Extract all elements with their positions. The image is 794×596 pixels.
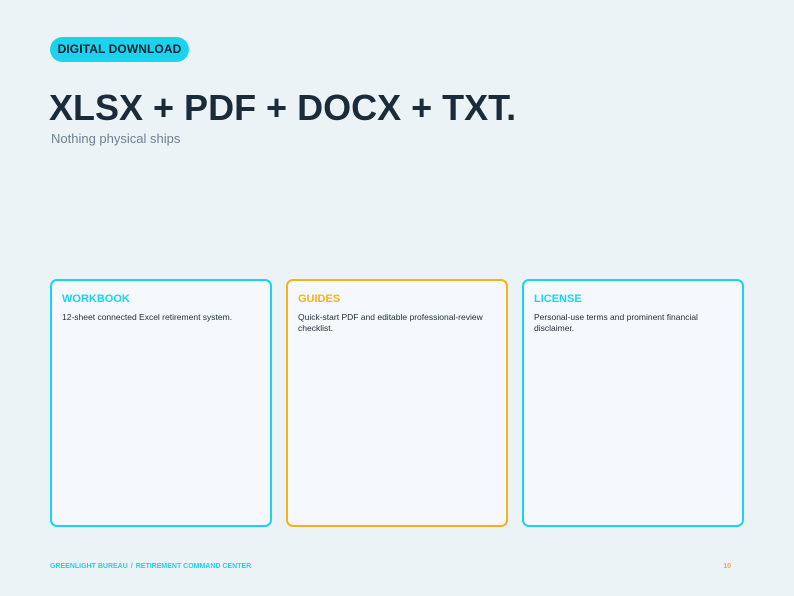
license-card-title: LICENSE <box>534 293 582 305</box>
footer-brand: GREENLIGHT BUREAU <box>50 563 128 570</box>
page-number: 10 <box>723 563 731 570</box>
digital-download-badge: DIGITAL DOWNLOAD <box>50 37 189 62</box>
footer-product: RETIREMENT COMMAND CENTER <box>135 563 252 570</box>
workbook-card-title: WORKBOOK <box>62 293 130 305</box>
guides-card-title: GUIDES <box>298 293 341 305</box>
footer-brand-line: GREENLIGHT BUREAU / RETIREMENT COMMAND CEN… <box>50 562 251 571</box>
workbook-card: WORKBOOK 12-sheet connected Excel retire… <box>50 279 272 527</box>
guides-card-description: Quick-start PDF and editable professiona… <box>298 312 483 333</box>
guides-card: GUIDES Quick-start PDF and editable prof… <box>286 279 508 527</box>
license-card-description: Personal-use terms and prominent financi… <box>534 312 698 333</box>
footer-separator: / <box>130 563 133 570</box>
page-title: XLSX + PDF + DOCX + TXT. <box>49 87 517 128</box>
page-subtitle: Nothing physical ships <box>51 131 181 146</box>
workbook-card-description: 12-sheet connected Excel retirement syst… <box>62 312 233 322</box>
license-card: LICENSE Personal-use terms and prominent… <box>522 279 744 527</box>
